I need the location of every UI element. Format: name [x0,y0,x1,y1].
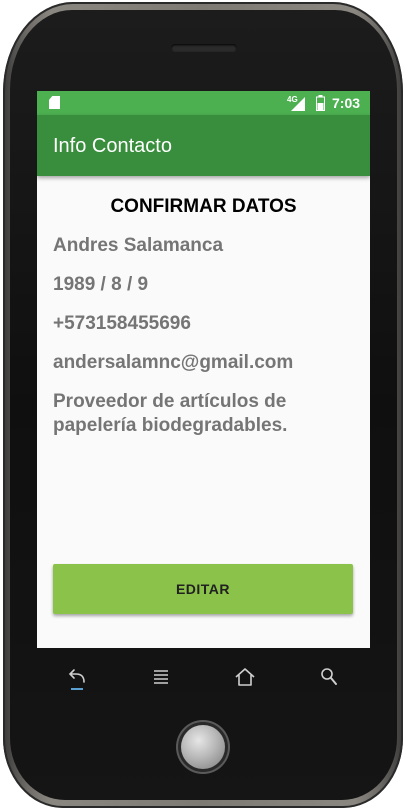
confirm-heading: CONFIRMAR DATOS [110,196,297,217]
android-device-frame: 4G 7:03 Info Contacto CONFIRMAR DATOS An… [0,0,407,811]
search-key[interactable] [314,664,344,690]
app-title: Info Contacto [53,135,172,157]
back-key-indicator [71,688,83,690]
contact-description: Proveedor de artículos de papelería biod… [53,391,288,436]
home-key[interactable] [230,664,260,690]
device-screen: 4G 7:03 Info Contacto CONFIRMAR DATOS An… [37,91,370,648]
app-bar: Info Contacto [37,115,370,176]
battery-icon [316,95,325,111]
trackball[interactable] [181,725,225,769]
search-icon [321,668,337,685]
status-bar: 4G 7:03 [37,91,370,115]
home-icon [235,668,255,686]
earpiece-speaker [171,44,237,52]
edit-button[interactable]: EDITAR [53,564,353,614]
phone-number: +573158455696 [53,313,191,334]
sim-card-icon [49,96,60,109]
status-clock: 7:03 [332,95,361,111]
email-address: andersalamnc@gmail.com [53,352,294,373]
signal-icon [291,97,305,111]
contact-name: Andres Salamanca [53,235,224,256]
menu-icon [154,670,168,684]
birth-date: 1989 / 8 / 9 [53,274,149,295]
back-key[interactable] [62,664,92,690]
back-icon [68,669,85,683]
menu-key[interactable] [146,664,176,690]
